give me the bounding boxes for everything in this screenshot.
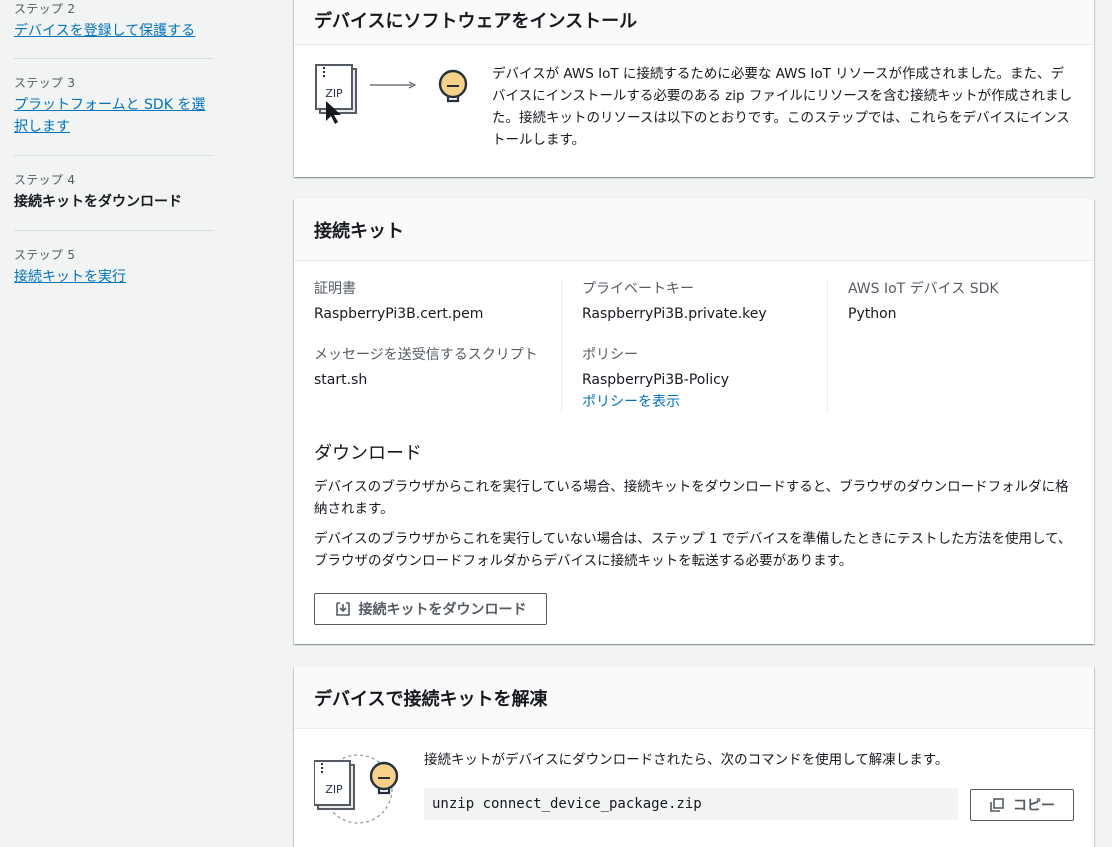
unzip-command-code[interactable]: unzip connect_device_package.zip (424, 788, 958, 820)
install-software-panel: デバイスにソフトウェアをインストール ZIP デバイスが AWS IoT に接続… (294, 0, 1094, 177)
step-2-link[interactable]: デバイスを登録して保護する (14, 20, 195, 42)
step-4: ステップ 4 接続キットをダウンロード (14, 171, 213, 231)
policy-field: ポリシー RaspberryPi3B-Policy ポリシーを表示 (582, 345, 729, 412)
svg-text:ZIP: ZIP (325, 87, 343, 100)
copy-label: コピー (1013, 797, 1055, 813)
kit-column-3: AWS IoT デバイス SDK Python (827, 279, 1074, 413)
sdk-field: AWS IoT デバイス SDK Python (848, 279, 999, 325)
sdk-value: Python (848, 306, 897, 322)
step-5-link[interactable]: 接続キットを実行 (14, 266, 126, 288)
copy-command-button[interactable]: コピー (970, 789, 1074, 821)
step-4-label: ステップ 4 (14, 173, 76, 187)
private-key-value: RaspberryPi3B.private.key (582, 306, 767, 322)
kit-details-grid: 証明書 RaspberryPi3B.cert.pem メッセージを送受信するスク… (314, 279, 1074, 413)
step-4-current: 接続キットをダウンロード (14, 194, 182, 210)
step-3: ステップ 3 プラットフォームと SDK を選択します (14, 74, 213, 156)
download-kit-button[interactable]: 接続キットをダウンロード (314, 593, 547, 625)
download-icon (335, 601, 351, 617)
unzip-command-text: unzip connect_device_package.zip (432, 796, 702, 812)
kit-column-1: 証明書 RaspberryPi3B.cert.pem メッセージを送受信するスク… (314, 279, 561, 413)
lightbulb-icon (438, 69, 468, 103)
svg-text:ZIP: ZIP (325, 783, 343, 796)
sdk-label: AWS IoT デバイス SDK (848, 281, 999, 297)
step-5: ステップ 5 接続キットを実行 (14, 246, 213, 296)
zip-file-icon: ZIP (315, 64, 357, 114)
unzip-illustration: ZIP (313, 753, 414, 827)
install-description: デバイスが AWS IoT に接続するために必要な AWS IoT リソースが作… (492, 66, 1073, 148)
script-label: メッセージを送受信するスクリプト (314, 347, 538, 363)
unzip-kit-panel: デバイスで接続キットを解凍 ZIP 接続キットがデバイスにダウンロードされたら、… (294, 667, 1094, 847)
download-heading: ダウンロード (314, 443, 422, 464)
connection-kit-panel: 接続キット 証明書 RaspberryPi3B.cert.pem メッセージを送… (294, 199, 1094, 644)
zip-file-icon: ZIP (313, 760, 355, 810)
install-software-title: デバイスにソフトウェアをインストール (294, 0, 1094, 45)
step-3-link[interactable]: プラットフォームと SDK を選択します (14, 94, 219, 138)
private-key-field: プライベートキー RaspberryPi3B.private.key (582, 279, 767, 325)
lightbulb-icon (369, 761, 399, 795)
step-2: ステップ 2 デバイスを登録して保護する (14, 0, 213, 59)
script-value: start.sh (314, 372, 368, 388)
connection-kit-title: 接続キット (294, 199, 1094, 261)
certificate-label: 証明書 (314, 281, 356, 297)
arrow-right-icon (370, 81, 417, 89)
unzip-instruction: 接続キットがデバイスにダウンロードされたら、次のコマンドを使用して解凍します。 (424, 752, 949, 768)
certificate-field: 証明書 RaspberryPi3B.cert.pem (314, 279, 483, 325)
download-text-1: デバイスのブラウザからこれを実行している場合、接続キットをダウンロードすると、ブ… (314, 479, 1069, 517)
step-2-label: ステップ 2 (14, 2, 76, 16)
view-policy-link[interactable]: ポリシーを表示 (582, 394, 680, 410)
script-field: メッセージを送受信するスクリプト start.sh (314, 345, 538, 391)
download-kit-label: 接続キットをダウンロード (358, 601, 527, 617)
policy-value: RaspberryPi3B-Policy (582, 372, 730, 388)
copy-icon (989, 797, 1005, 813)
kit-column-2: プライベートキー RaspberryPi3B.private.key ポリシー … (561, 279, 827, 413)
private-key-label: プライベートキー (582, 281, 694, 297)
download-text-2: デバイスのブラウザからこれを実行していない場合は、ステップ 1 でデバイスを準備… (314, 531, 1072, 569)
zip-to-device-illustration: ZIP (314, 63, 474, 143)
unzip-kit-title: デバイスで接続キットを解凍 (294, 667, 1094, 729)
certificate-value: RaspberryPi3B.cert.pem (314, 306, 484, 322)
step-3-label: ステップ 3 (14, 76, 76, 90)
step-5-label: ステップ 5 (14, 248, 76, 262)
policy-label: ポリシー (582, 347, 638, 363)
